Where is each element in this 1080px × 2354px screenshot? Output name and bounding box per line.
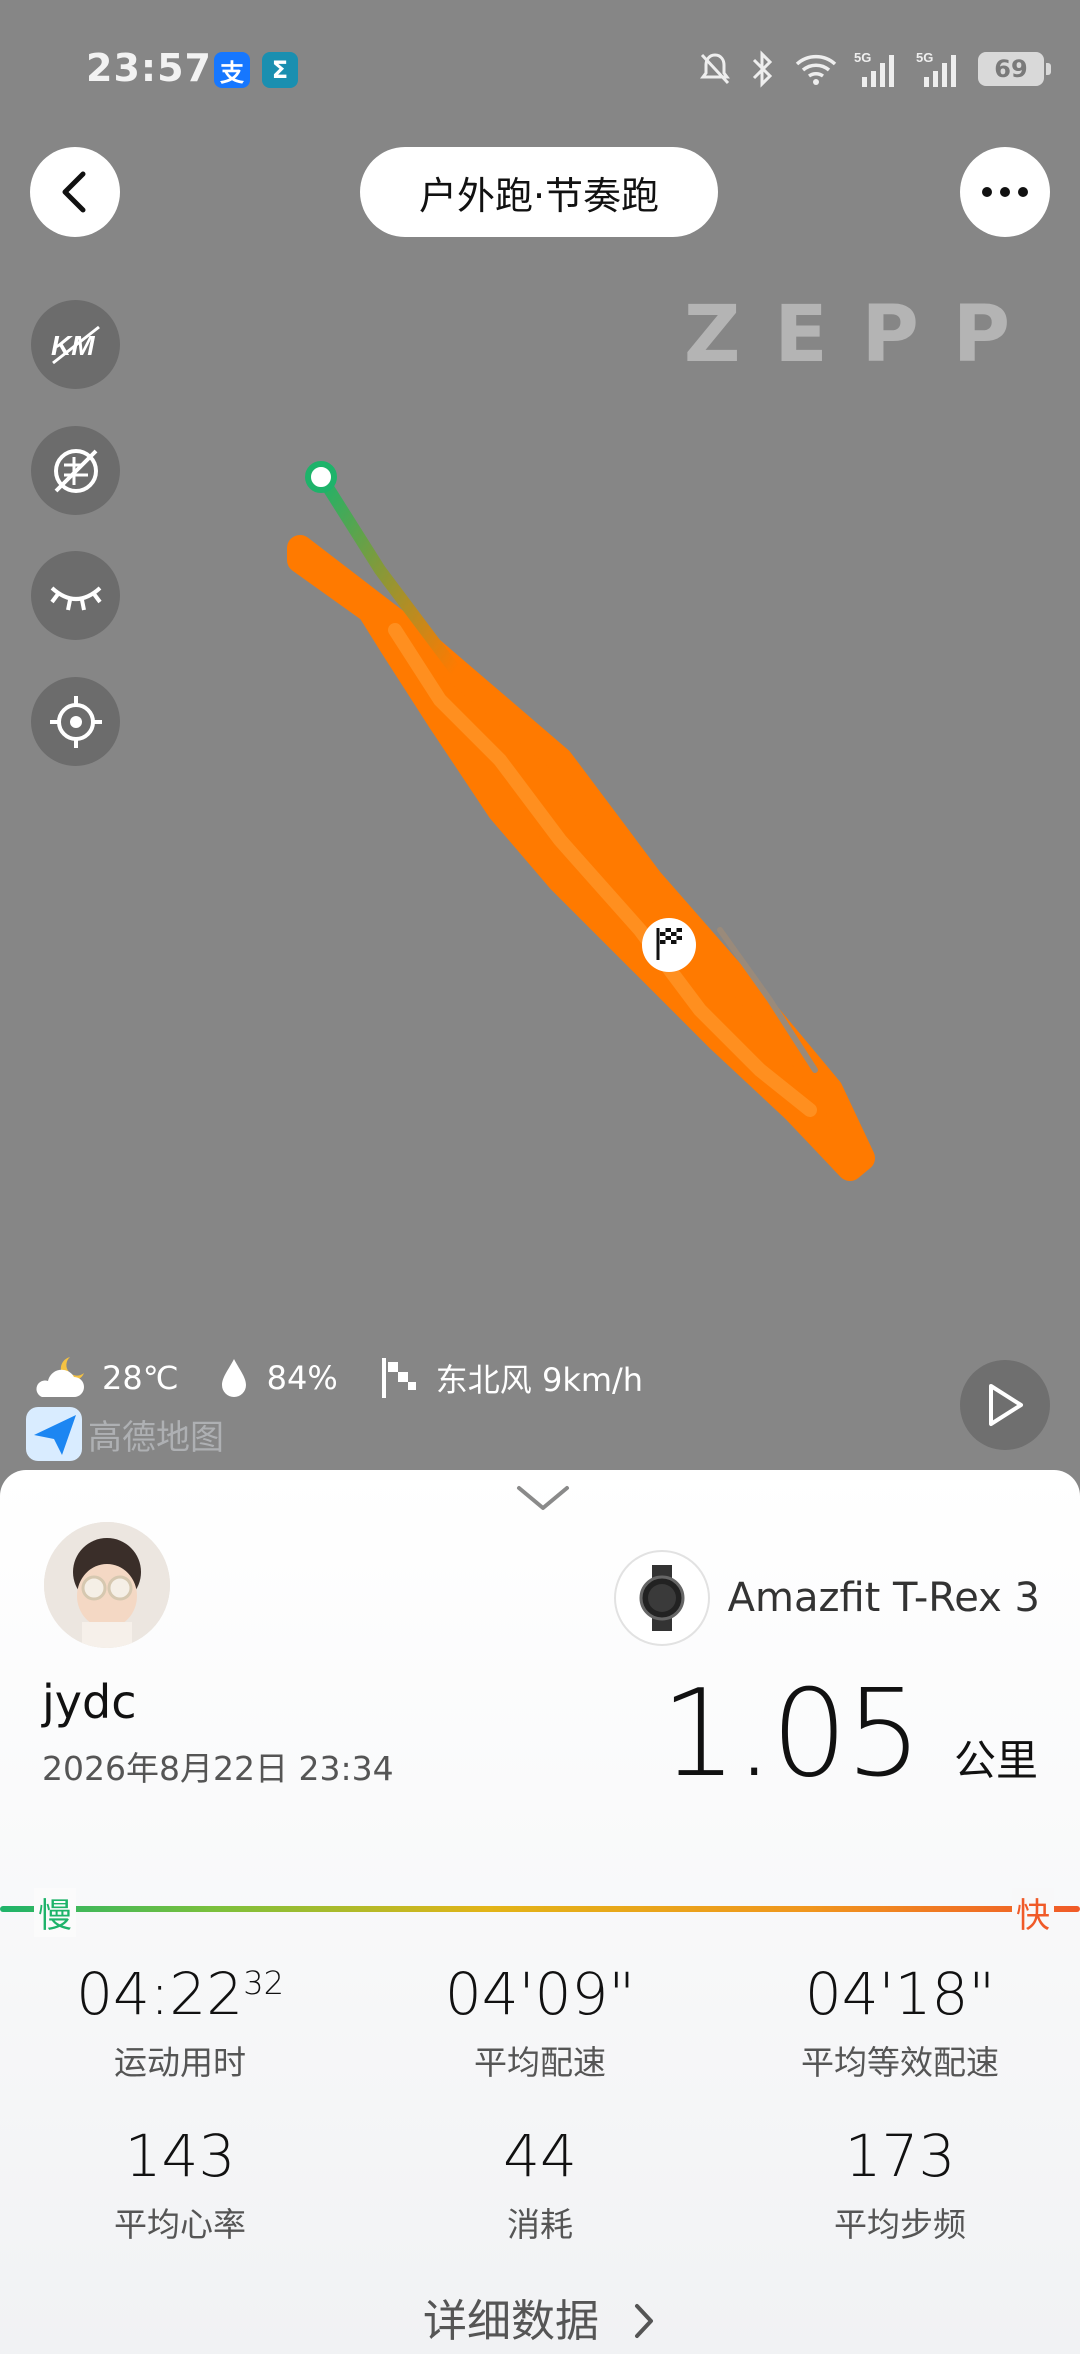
back-button[interactable]: [30, 147, 120, 237]
distance-marker-icon: KM: [51, 325, 100, 364]
map-provider-text: 高德地图: [88, 1417, 224, 1458]
pace-fast-label: 快: [1012, 1888, 1054, 1937]
pace-legend: 慢 快: [0, 1888, 1080, 1937]
stat-value: 44: [503, 2122, 577, 2190]
workout-type-title[interactable]: 户外跑·节奏跑: [360, 147, 718, 237]
temperature-item: 28℃: [30, 1353, 179, 1403]
stat-value: 173: [844, 2122, 956, 2190]
wind-item: 东北风 9km/h: [378, 1355, 643, 1401]
watch-icon: [613, 1550, 710, 1646]
stat-value: 04'18": [804, 1960, 996, 2028]
distance-value: 1.05: [660, 1665, 922, 1804]
stat-calories: 44 消耗: [360, 2122, 720, 2246]
summary-panel: Amazfit T-Rex 3 jydc 2026年8月22日 23:34 1.…: [0, 1470, 1080, 2354]
stat-value: 04:2232: [76, 1960, 284, 2028]
stat-duration: 04:2232 运动用时: [0, 1960, 360, 2084]
details-label: 详细数据: [423, 2296, 599, 2347]
distance-display: 1.05 公里: [661, 1665, 1038, 1804]
pace-gradient: [0, 1906, 1080, 1912]
stat-label: 运动用时: [114, 2043, 246, 2082]
locate-icon: [49, 695, 102, 748]
finish-flag-icon[interactable]: [642, 918, 696, 972]
stat-value: 04'09": [444, 1960, 636, 2028]
stat-avg-pace: 04'09" 平均配速: [360, 1960, 720, 2084]
hide-button[interactable]: [31, 551, 120, 640]
stat-cadence: 173 平均步频: [720, 2122, 1080, 2246]
avatar[interactable]: [44, 1522, 170, 1648]
replay-button[interactable]: [960, 1360, 1050, 1450]
stat-label: 平均步频: [834, 2205, 966, 2244]
stat-value: 143: [124, 2122, 236, 2190]
eye-closed-icon: [49, 585, 102, 610]
device-name: Amazfit T-Rex 3: [727, 1575, 1040, 1621]
device-info[interactable]: Amazfit T-Rex 3: [613, 1550, 1040, 1646]
satellite-toggle-icon: [53, 448, 98, 493]
more-button[interactable]: [960, 147, 1050, 237]
locate-button[interactable]: [31, 677, 120, 766]
stat-equivalent-pace: 04'18" 平均等效配速: [720, 1960, 1080, 2084]
stat-heart-rate: 143 平均心率: [0, 2122, 360, 2246]
username: jydc: [42, 1675, 137, 1729]
more-dots-icon: [982, 187, 1028, 197]
route-start-marker: [305, 461, 337, 493]
weather-bar: 28℃ 84% 东北风 9km/h: [30, 1348, 683, 1408]
partly-cloudy-night-icon: [36, 1357, 84, 1397]
water-drop-icon: [221, 1359, 246, 1397]
map-provider-logo: 高德地图: [24, 1405, 224, 1463]
distance-marker-button[interactable]: KM: [31, 300, 120, 389]
chevron-right-icon: [635, 2304, 653, 2338]
distance-unit: 公里: [953, 1736, 1038, 1785]
stat-label: 平均等效配速: [801, 2043, 999, 2082]
zepp-logo: ZEPP: [683, 290, 1044, 380]
stat-label: 平均配速: [474, 2043, 606, 2082]
chevron-left-icon: [62, 171, 86, 213]
stat-label: 平均心率: [114, 2205, 246, 2244]
humidity-text: 84%: [266, 1359, 338, 1397]
workout-datetime: 2026年8月22日 23:34: [42, 1749, 394, 1788]
stat-label: 消耗: [507, 2205, 573, 2244]
amap-logo-icon: [26, 1407, 82, 1461]
chevron-down-icon[interactable]: [515, 1480, 571, 1514]
humidity-item: 84%: [219, 1357, 338, 1399]
wind-text: 东北风 9km/h: [435, 1361, 644, 1399]
play-icon: [989, 1384, 1023, 1426]
satellite-toggle-button[interactable]: [31, 426, 120, 515]
details-button[interactable]: 详细数据: [0, 2285, 1080, 2349]
wind-flag-icon: [381, 1358, 416, 1398]
pace-slow-label: 慢: [34, 1888, 76, 1937]
temperature-text: 28℃: [102, 1359, 179, 1397]
